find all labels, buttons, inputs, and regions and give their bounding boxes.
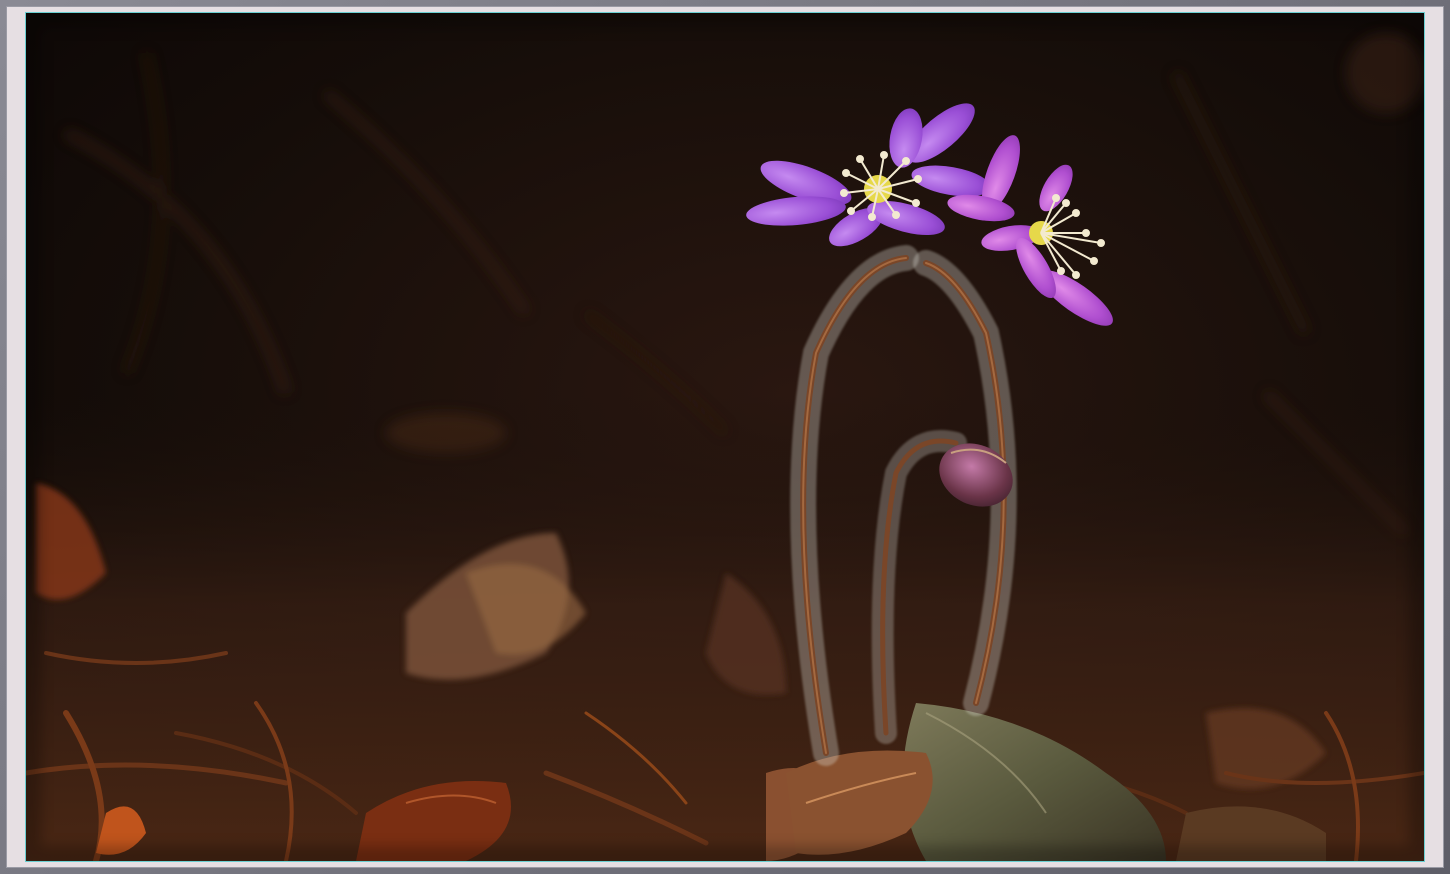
outer-frame [0,0,1450,874]
photo-scene [26,13,1424,861]
photo [26,13,1424,861]
